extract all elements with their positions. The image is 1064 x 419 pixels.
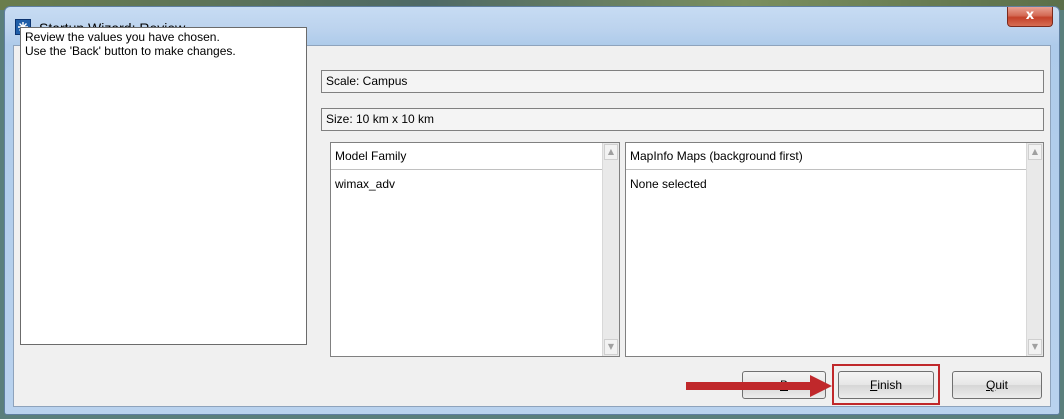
instructions-line-2: Use the 'Back' button to make changes. bbox=[25, 44, 236, 58]
model-family-header: Model Family bbox=[331, 143, 602, 170]
size-field: Size: 10 km x 10 km bbox=[321, 108, 1044, 131]
mapinfo-maps-scrollbar[interactable]: ▲ ▼ bbox=[1026, 143, 1043, 356]
model-family-list[interactable]: Model Family wimax_adv ▲ ▼ bbox=[330, 142, 620, 357]
scroll-down-arrow-icon[interactable]: ▼ bbox=[604, 339, 618, 355]
model-family-scrollbar[interactable]: ▲ ▼ bbox=[602, 143, 619, 356]
red-arrow-icon bbox=[686, 375, 832, 397]
close-button[interactable]: x bbox=[1007, 7, 1053, 27]
quit-button[interactable]: Quit bbox=[952, 371, 1042, 399]
scale-field: Scale: Campus bbox=[321, 70, 1044, 93]
list-item[interactable]: wimax_adv bbox=[335, 177, 395, 191]
quit-button-accel[interactable]: Q bbox=[986, 378, 995, 392]
scroll-down-arrow-icon[interactable]: ▼ bbox=[1028, 339, 1042, 355]
mapinfo-maps-header: MapInfo Maps (background first) bbox=[626, 143, 1026, 170]
instructions-line-1: Review the values you have chosen. bbox=[25, 30, 220, 44]
close-icon[interactable]: x bbox=[1026, 8, 1034, 23]
scroll-up-arrow-icon[interactable]: ▲ bbox=[604, 144, 618, 160]
list-item[interactable]: None selected bbox=[630, 177, 707, 191]
quit-button-label[interactable]: uit bbox=[995, 378, 1008, 392]
mapinfo-maps-list[interactable]: MapInfo Maps (background first) None sel… bbox=[625, 142, 1044, 357]
finish-highlight-box bbox=[832, 364, 940, 405]
scroll-up-arrow-icon[interactable]: ▲ bbox=[1028, 144, 1042, 160]
instructions-panel: Review the values you have chosen. Use t… bbox=[20, 27, 307, 345]
